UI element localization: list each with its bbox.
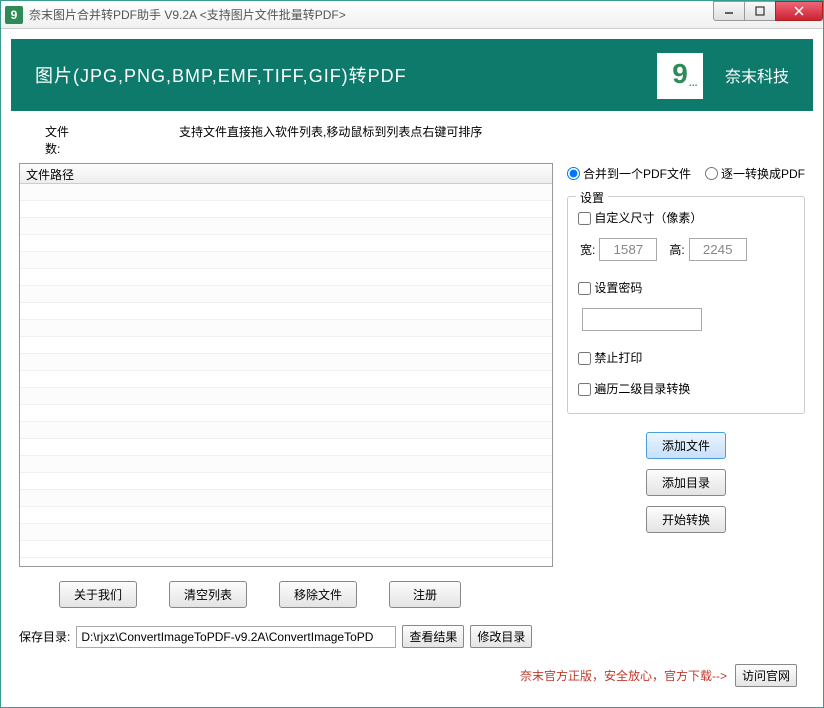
- list-item: [20, 269, 552, 286]
- window-controls: [714, 1, 823, 21]
- height-label: 高:: [669, 241, 684, 258]
- app-window: 9 奈末图片合并转PDF助手 V9.2A <支持图片文件批量转PDF> 图片(J…: [0, 0, 824, 708]
- list-item: [20, 354, 552, 371]
- list-item: [20, 422, 552, 439]
- brand-logo-icon: 9 ...: [657, 53, 703, 99]
- bottom-button-row: 关于我们 清空列表 移除文件 注册: [19, 581, 553, 608]
- list-item: [20, 405, 552, 422]
- custom-size-checkbox-label[interactable]: 自定义尺寸（像素）: [578, 209, 702, 226]
- logo-dots: ...: [688, 73, 697, 89]
- radio-merge-one[interactable]: 合并到一个PDF文件: [567, 165, 691, 182]
- list-item: [20, 286, 552, 303]
- custom-size-row: 自定义尺寸（像素）: [578, 209, 794, 226]
- file-count-label: 文件数:: [19, 123, 79, 157]
- password-checkbox[interactable]: [578, 282, 591, 295]
- list-item: [20, 490, 552, 507]
- list-item: [20, 303, 552, 320]
- file-list[interactable]: 文件路径: [19, 163, 553, 567]
- password-checkbox-label[interactable]: 设置密码: [578, 279, 642, 296]
- minimize-button[interactable]: [713, 1, 745, 21]
- remove-file-button[interactable]: 移除文件: [279, 581, 357, 608]
- list-item: [20, 388, 552, 405]
- change-dir-button[interactable]: 修改目录: [470, 625, 532, 648]
- maximize-button[interactable]: [744, 1, 776, 21]
- file-list-body: [20, 184, 552, 566]
- footer: 奈末官方正版，安全放心，官方下载--> 访问官网: [19, 664, 805, 687]
- list-item: [20, 541, 552, 558]
- clear-list-button[interactable]: 清空列表: [169, 581, 247, 608]
- start-convert-button[interactable]: 开始转换: [646, 506, 726, 533]
- save-row: 保存目录: 查看结果 修改目录: [19, 625, 805, 648]
- width-label: 宽:: [580, 241, 595, 258]
- visit-site-button[interactable]: 访问官网: [735, 664, 797, 687]
- list-item: [20, 184, 552, 201]
- password-input-row: [578, 308, 794, 331]
- width-input[interactable]: [599, 238, 657, 261]
- noprint-row: 禁止打印: [578, 349, 794, 366]
- custom-size-text: 自定义尺寸（像素）: [594, 211, 702, 225]
- content-area: 文件数: 支持文件直接拖入软件列表,移动鼠标到列表点右键可排序 文件路径: [1, 111, 823, 697]
- list-item: [20, 524, 552, 541]
- traverse-text: 遍历二级目录转换: [594, 382, 690, 396]
- action-buttons: 添加文件 添加目录 开始转换: [567, 432, 805, 533]
- minimize-icon: [724, 6, 734, 16]
- list-item: [20, 473, 552, 490]
- titlebar: 9 奈末图片合并转PDF助手 V9.2A <支持图片文件批量转PDF>: [1, 1, 823, 29]
- settings-title: 设置: [576, 189, 608, 206]
- password-input[interactable]: [582, 308, 702, 331]
- save-path-input[interactable]: [76, 626, 396, 648]
- brand-name: 奈末科技: [725, 63, 789, 87]
- traverse-checkbox-label[interactable]: 遍历二级目录转换: [578, 380, 690, 397]
- left-panel: 文件路径: [19, 163, 553, 609]
- list-item: [20, 320, 552, 337]
- window-title: 奈末图片合并转PDF助手 V9.2A <支持图片文件批量转PDF>: [29, 6, 346, 23]
- footer-text: 奈末官方正版，安全放心，官方下载-->: [520, 667, 727, 684]
- radio-merge-input[interactable]: [567, 167, 580, 180]
- add-file-button[interactable]: 添加文件: [646, 432, 726, 459]
- list-item: [20, 371, 552, 388]
- about-button[interactable]: 关于我们: [59, 581, 137, 608]
- traverse-checkbox[interactable]: [578, 383, 591, 396]
- list-item: [20, 218, 552, 235]
- list-item: [20, 456, 552, 473]
- main-area: 文件路径: [19, 163, 805, 609]
- view-result-button[interactable]: 查看结果: [402, 625, 464, 648]
- close-icon: [793, 5, 805, 17]
- height-input[interactable]: [689, 238, 747, 261]
- right-panel: 合并到一个PDF文件 逐一转换成PDF 设置 自定义尺寸（像素）: [567, 163, 805, 609]
- dimensions-row: 宽: 高:: [578, 238, 794, 261]
- list-item: [20, 201, 552, 218]
- maximize-icon: [755, 6, 765, 16]
- noprint-checkbox[interactable]: [578, 352, 591, 365]
- noprint-text: 禁止打印: [594, 351, 642, 365]
- header-title: 图片(JPG,PNG,BMP,EMF,TIFF,GIF)转PDF: [35, 62, 407, 88]
- file-list-column-header[interactable]: 文件路径: [20, 164, 552, 184]
- info-row: 文件数: 支持文件直接拖入软件列表,移动鼠标到列表点右键可排序: [19, 123, 805, 157]
- radio-merge-label: 合并到一个PDF文件: [583, 165, 691, 182]
- header-banner: 图片(JPG,PNG,BMP,EMF,TIFF,GIF)转PDF 9 ... 奈…: [11, 39, 813, 111]
- add-dir-button[interactable]: 添加目录: [646, 469, 726, 496]
- custom-size-checkbox[interactable]: [578, 212, 591, 225]
- radio-each[interactable]: 逐一转换成PDF: [705, 165, 805, 182]
- list-item: [20, 337, 552, 354]
- logo-nine: 9: [672, 60, 688, 88]
- register-button[interactable]: 注册: [389, 581, 461, 608]
- list-item: [20, 507, 552, 524]
- password-row: 设置密码: [578, 279, 794, 296]
- noprint-checkbox-label[interactable]: 禁止打印: [578, 349, 642, 366]
- traverse-row: 遍历二级目录转换: [578, 380, 794, 397]
- save-dir-label: 保存目录:: [19, 628, 70, 645]
- radio-each-input[interactable]: [705, 167, 718, 180]
- list-item: [20, 235, 552, 252]
- password-text: 设置密码: [594, 281, 642, 295]
- list-item: [20, 252, 552, 269]
- close-button[interactable]: [775, 1, 823, 21]
- radio-each-label: 逐一转换成PDF: [721, 165, 805, 182]
- hint-text: 支持文件直接拖入软件列表,移动鼠标到列表点右键可排序: [79, 123, 482, 157]
- app-logo-icon: 9: [5, 6, 23, 24]
- list-item: [20, 439, 552, 456]
- settings-group: 设置 自定义尺寸（像素） 宽: 高:: [567, 196, 805, 414]
- output-mode-group: 合并到一个PDF文件 逐一转换成PDF: [567, 163, 805, 182]
